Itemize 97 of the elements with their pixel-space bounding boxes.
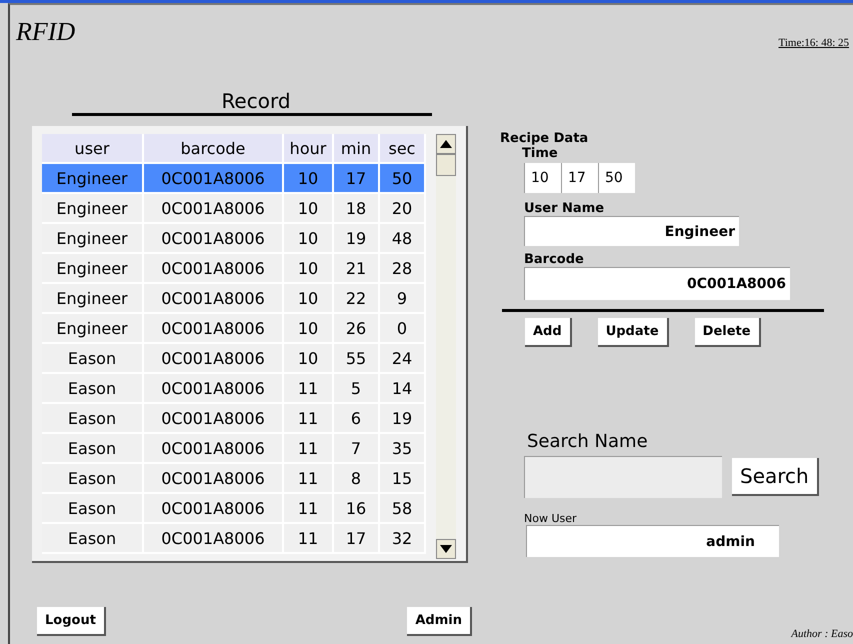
column-header: hour — [284, 134, 334, 164]
now-user-label: Now User — [524, 512, 578, 525]
table-cell[interactable]: 10 — [284, 314, 334, 344]
search-field[interactable] — [524, 456, 722, 498]
table-cell[interactable]: 10 — [284, 194, 334, 224]
table-cell[interactable]: 0C001A8006 — [144, 374, 284, 404]
table-cell[interactable]: 22 — [334, 284, 380, 314]
table-cell[interactable]: 0C001A8006 — [144, 464, 284, 494]
table-cell[interactable]: 58 — [380, 494, 426, 524]
now-user-field: admin — [526, 525, 779, 557]
barcode-field[interactable]: 0C001A8006 — [524, 267, 790, 300]
table-cell[interactable]: 20 — [380, 194, 426, 224]
scrollbar[interactable] — [436, 134, 456, 559]
table-cell[interactable]: 0C001A8006 — [144, 284, 284, 314]
table-cell[interactable]: 48 — [380, 224, 426, 254]
table-cell[interactable]: 10 — [284, 164, 334, 194]
admin-button[interactable]: Admin — [407, 607, 472, 636]
table-cell[interactable]: 11 — [284, 434, 334, 464]
table-cell[interactable]: 11 — [284, 494, 334, 524]
table-cell[interactable]: 11 — [284, 524, 334, 554]
search-label: Search Name — [527, 431, 649, 452]
table-cell[interactable]: 17 — [334, 524, 380, 554]
table-cell[interactable]: 0C001A8006 — [144, 224, 284, 254]
logout-button[interactable]: Logout — [37, 607, 106, 636]
table-cell[interactable]: 9 — [380, 284, 426, 314]
column-header: min — [334, 134, 380, 164]
table-cell[interactable]: 14 — [380, 374, 426, 404]
table-cell[interactable]: 24 — [380, 344, 426, 374]
action-button[interactable]: Update — [598, 318, 669, 347]
table-cell[interactable]: 0C001A8006 — [144, 314, 284, 344]
table-cell[interactable]: 10 — [284, 284, 334, 314]
table-cell[interactable]: Engineer — [42, 224, 144, 254]
table-cell[interactable]: 16 — [334, 494, 380, 524]
table-cell[interactable]: 11 — [284, 404, 334, 434]
table-cell[interactable]: 0C001A8006 — [144, 434, 284, 464]
table-cell[interactable]: Engineer — [42, 314, 144, 344]
table-cell[interactable]: Engineer — [42, 164, 144, 194]
table-cell[interactable]: Engineer — [42, 284, 144, 314]
table-cell[interactable]: 10 — [284, 224, 334, 254]
table-cell[interactable]: 0 — [380, 314, 426, 344]
action-button[interactable]: Add — [525, 318, 572, 347]
search-button[interactable]: Search — [732, 458, 819, 496]
table-cell[interactable]: 0C001A8006 — [144, 404, 284, 434]
table-cell[interactable]: Eason — [42, 464, 144, 494]
barcode-label: Barcode — [524, 252, 585, 267]
user-name-label: User Name — [524, 201, 606, 216]
table-cell[interactable]: 6 — [334, 404, 380, 434]
time-field[interactable]: 17 — [561, 163, 598, 193]
table-cell[interactable]: Eason — [42, 524, 144, 554]
scroll-up-icon[interactable] — [436, 134, 456, 154]
author-text: Author : Easo — [791, 628, 853, 640]
clock-text: Time:16: 48: 25 — [778, 37, 849, 49]
action-button[interactable]: Delete — [694, 318, 761, 347]
table-cell[interactable]: 19 — [380, 404, 426, 434]
table-cell[interactable]: 0C001A8006 — [144, 194, 284, 224]
table-cell[interactable]: 11 — [284, 374, 334, 404]
app-logo: RFID — [16, 17, 76, 47]
table-cell[interactable]: Eason — [42, 344, 144, 374]
table-cell[interactable]: 55 — [334, 344, 380, 374]
table-cell[interactable]: 0C001A8006 — [144, 494, 284, 524]
table-cell[interactable]: Eason — [42, 434, 144, 464]
time-field[interactable]: 10 — [524, 163, 561, 193]
table-cell[interactable]: Engineer — [42, 194, 144, 224]
record-title: Record — [221, 89, 291, 113]
table-cell[interactable]: 35 — [380, 434, 426, 464]
time-label: Time — [522, 146, 559, 161]
recipe-title: Recipe Data — [500, 131, 590, 146]
scroll-down-icon[interactable] — [436, 539, 456, 559]
user-name-field[interactable]: Engineer — [524, 216, 739, 246]
table-cell[interactable]: 26 — [334, 314, 380, 344]
table-cell[interactable]: 10 — [284, 254, 334, 284]
table-cell[interactable]: 5 — [334, 374, 380, 404]
column-header: barcode — [144, 134, 284, 164]
table-cell[interactable]: 50 — [380, 164, 426, 194]
column-header: sec — [380, 134, 426, 164]
table-cell[interactable]: Engineer — [42, 254, 144, 284]
table-cell[interactable]: 21 — [334, 254, 380, 284]
table-cell[interactable]: 0C001A8006 — [144, 524, 284, 554]
table-cell[interactable]: Eason — [42, 494, 144, 524]
table-cell[interactable]: 0C001A8006 — [144, 344, 284, 374]
scroll-thumb[interactable] — [436, 154, 456, 176]
table-cell[interactable]: Eason — [42, 404, 144, 434]
table-cell[interactable]: 28 — [380, 254, 426, 284]
table-cell[interactable]: Eason — [42, 374, 144, 404]
table-cell[interactable]: 10 — [284, 344, 334, 374]
table-cell[interactable]: 19 — [334, 224, 380, 254]
table-cell[interactable]: 15 — [380, 464, 426, 494]
time-field[interactable]: 50 — [598, 163, 635, 193]
table-cell[interactable]: 0C001A8006 — [144, 254, 284, 284]
table-cell[interactable]: 17 — [334, 164, 380, 194]
table-cell[interactable]: 7 — [334, 434, 380, 464]
table-cell[interactable]: 32 — [380, 524, 426, 554]
table-cell[interactable]: 11 — [284, 464, 334, 494]
table-cell[interactable]: 0C001A8006 — [144, 164, 284, 194]
table-cell[interactable]: 18 — [334, 194, 380, 224]
column-header: user — [42, 134, 144, 164]
table-cell[interactable]: 8 — [334, 464, 380, 494]
